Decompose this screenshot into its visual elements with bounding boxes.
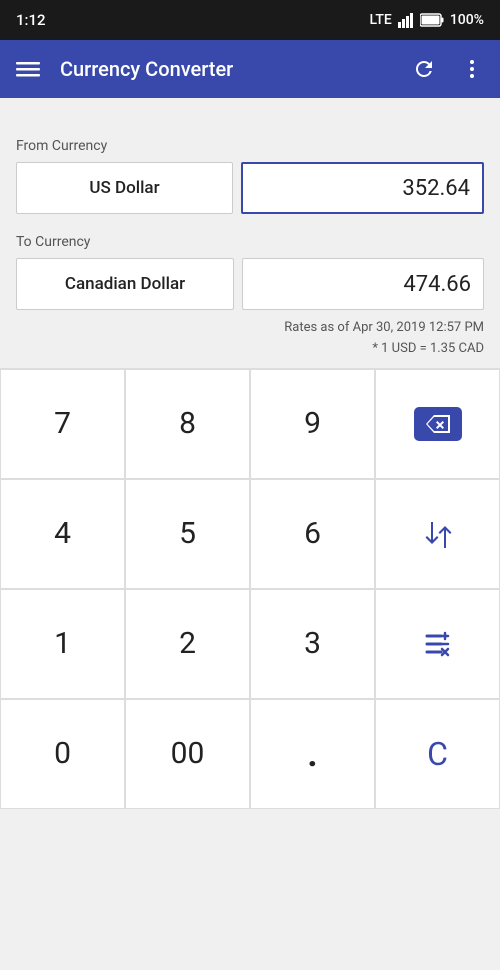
key-3[interactable]: 3 (250, 589, 375, 699)
main-content: From Currency US Dollar 352.64 To Curren… (0, 98, 500, 368)
more-icon[interactable] (456, 53, 488, 85)
battery-label: 100% (450, 12, 484, 28)
key-5[interactable]: 5 (125, 479, 250, 589)
key-1[interactable]: 1 (0, 589, 125, 699)
rates-line2: * 1 USD = 1.35 CAD (16, 339, 484, 360)
to-amount-display: 474.66 (242, 258, 484, 310)
key-decimal[interactable]: . (250, 699, 375, 809)
key-0[interactable]: 0 (0, 699, 125, 809)
key-2[interactable]: 2 (125, 589, 250, 699)
to-label: To Currency (16, 234, 484, 250)
signal-icon (398, 12, 414, 28)
key-operations[interactable] (375, 589, 500, 699)
to-currency-row: Canadian Dollar 474.66 (16, 258, 484, 310)
key-clear[interactable]: C (375, 699, 500, 809)
rates-info: Rates as of Apr 30, 2019 12:57 PM * 1 US… (16, 318, 484, 368)
key-7[interactable]: 7 (0, 369, 125, 479)
status-bar: 1:12 LTE 100% (0, 0, 500, 40)
status-time: 1:12 (16, 11, 46, 29)
from-currency-selector[interactable]: US Dollar (16, 162, 233, 214)
network-label: LTE (370, 12, 392, 28)
from-currency-row: US Dollar 352.64 (16, 162, 484, 214)
key-4[interactable]: 4 (0, 479, 125, 589)
app-title: Currency Converter (60, 57, 392, 81)
battery-icon (420, 13, 444, 27)
key-backspace[interactable] (375, 369, 500, 479)
menu-icon[interactable] (12, 53, 44, 85)
status-right: LTE 100% (370, 12, 485, 28)
app-bar: Currency Converter (0, 40, 500, 98)
key-00[interactable]: 00 (125, 699, 250, 809)
rates-line1: Rates as of Apr 30, 2019 12:57 PM (16, 318, 484, 339)
keypad: 7 8 9 4 5 6 1 2 3 0 00 . C (0, 368, 500, 809)
key-6[interactable]: 6 (250, 479, 375, 589)
from-amount-input[interactable]: 352.64 (241, 162, 484, 214)
from-label: From Currency (16, 138, 484, 154)
operations-icon (423, 629, 453, 659)
to-currency-selector[interactable]: Canadian Dollar (16, 258, 234, 310)
key-9[interactable]: 9 (250, 369, 375, 479)
key-8[interactable]: 8 (125, 369, 250, 479)
key-swap[interactable] (375, 479, 500, 589)
backspace-icon (424, 413, 452, 435)
swap-icon (424, 518, 452, 550)
refresh-icon[interactable] (408, 53, 440, 85)
